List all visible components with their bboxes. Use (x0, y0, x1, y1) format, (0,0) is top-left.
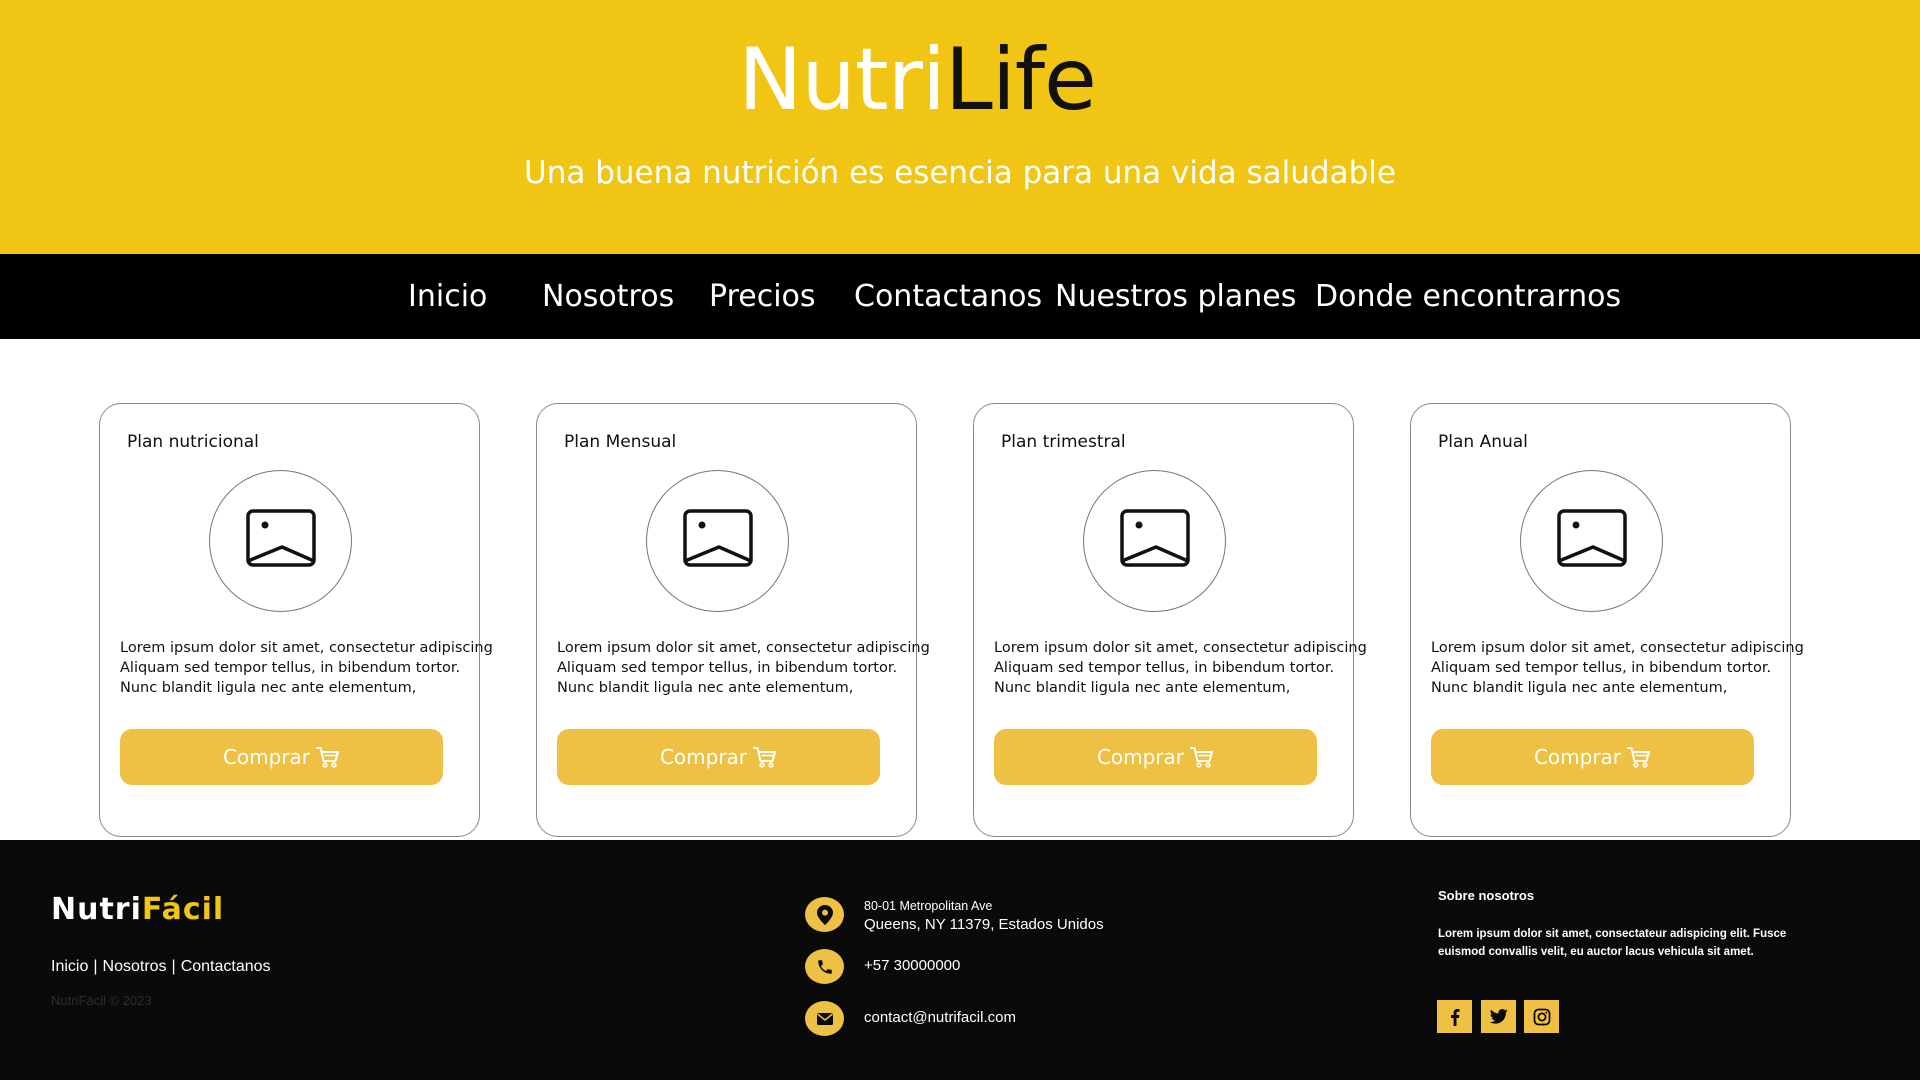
footer-link-nosotros[interactable]: Nosotros (103, 958, 167, 975)
nav-item-nosotros[interactable]: Nosotros (542, 254, 674, 339)
description-line: Aliquam sed tempor tellus, in bibendum t… (557, 660, 898, 676)
link-separator: | (171, 958, 176, 975)
description-line: Lorem ipsum dolor sit amet, consectetur … (120, 640, 493, 656)
plan-card-mensual: Plan Mensual Lorem ipsum dolor sit amet,… (536, 403, 930, 837)
link-separator: | (93, 958, 98, 975)
footer-links: Inicio | Nosotros | Contactanos (51, 958, 271, 976)
address-line2: Queens, NY 11379, Estados Unidos (864, 916, 1104, 933)
footer-logo[interactable]: NutriFácil (51, 892, 224, 927)
description-line: Nunc blandit ligula nec ante elementum, (557, 680, 854, 696)
instagram-icon[interactable] (1524, 1000, 1559, 1033)
shopping-cart-icon (1627, 746, 1651, 768)
nav-item-donde-encontrarnos[interactable]: Donde encontrarnos (1315, 254, 1621, 339)
description-line: Nunc blandit ligula nec ante elementum, (994, 680, 1291, 696)
main-nav: Inicio Nosotros Precios Contactanos Nues… (0, 254, 1920, 339)
header-banner: NutriLife Una buena nutrición es esencia… (0, 0, 1920, 254)
nav-item-contactanos[interactable]: Contactanos (854, 254, 1042, 339)
about-title: Sobre nosotros (1438, 888, 1535, 903)
copyright: NutriFácil © 2023 (51, 993, 152, 1008)
footer: NutriFácil Inicio | Nosotros | Contactanos N… (0, 840, 1920, 1080)
shopping-cart-icon (753, 746, 777, 768)
image-placeholder-icon (1520, 470, 1663, 612)
description-line: Nunc blandit ligula nec ante elementum, (1431, 680, 1728, 696)
plan-card-title: Plan Mensual (564, 432, 677, 452)
nav-item-inicio[interactable]: Inicio (408, 254, 487, 339)
shopping-cart-icon (1190, 746, 1214, 768)
plan-card-anual: Plan Anual Lorem ipsum dolor sit amet, c… (1410, 403, 1804, 837)
buy-button-label: Comprar (222, 745, 311, 769)
map-pin-icon (805, 897, 844, 932)
description-line: Aliquam sed tempor tellus, in bibendum t… (120, 660, 461, 676)
buy-button[interactable]: Comprar (994, 729, 1317, 785)
shopping-cart-icon (316, 746, 340, 768)
buy-button[interactable]: Comprar (1431, 729, 1754, 785)
footer-logo-part1: Nutri (51, 892, 142, 927)
description-line: Lorem ipsum dolor sit amet, consectetur … (1431, 640, 1804, 656)
plan-card-description: Lorem ipsum dolor sit amet, consectetur … (120, 638, 493, 698)
image-placeholder-icon (1083, 470, 1226, 612)
description-line: Lorem ipsum dolor sit amet, consectetur … (994, 640, 1367, 656)
brand-title-part2: Life (944, 30, 1097, 130)
plan-card-trimestral: Plan trimestral Lorem ipsum dolor sit am… (973, 403, 1367, 837)
image-placeholder-icon (646, 470, 789, 612)
twitter-icon[interactable] (1481, 1000, 1516, 1033)
buy-button[interactable]: Comprar (557, 729, 880, 785)
phone-number: +57 30000000 (864, 957, 961, 974)
description-line: Nunc blandit ligula nec ante elementum, (120, 680, 417, 696)
email-link[interactable]: contact@nutrifacil.com (864, 1009, 1016, 1026)
buy-button-label: Comprar (659, 745, 748, 769)
phone-icon (805, 949, 844, 984)
buy-button-label: Comprar (1096, 745, 1185, 769)
about-text: Lorem ipsum dolor sit amet, consectateur… (1438, 928, 1787, 958)
nav-item-precios[interactable]: Precios (709, 254, 816, 339)
description-line: Aliquam sed tempor tellus, in bibendum t… (994, 660, 1335, 676)
plan-card-title: Plan trimestral (1001, 432, 1126, 452)
plan-card-description: Lorem ipsum dolor sit amet, consectetur … (557, 638, 930, 698)
address-line1: 80-01 Metropolitan Ave (864, 899, 993, 913)
buy-button[interactable]: Comprar (120, 729, 443, 785)
footer-link-contactanos[interactable]: Contactanos (181, 958, 271, 975)
plan-card-nutricional: Plan nutricional Lorem ipsum dolor sit a… (99, 403, 493, 837)
image-placeholder-icon (209, 470, 352, 612)
plan-card-description: Lorem ipsum dolor sit amet, consectetur … (1431, 638, 1804, 698)
buy-button-label: Comprar (1533, 745, 1622, 769)
plan-card-title: Plan Anual (1438, 432, 1528, 452)
footer-link-inicio[interactable]: Inicio (51, 958, 88, 975)
tagline: Una buena nutrición es esencia para una … (524, 155, 1396, 191)
brand-title-part1: Nutri (738, 30, 946, 130)
envelope-icon (805, 1001, 844, 1036)
plan-card-description: Lorem ipsum dolor sit amet, consectetur … (994, 638, 1367, 698)
nav-item-nuestros-planes[interactable]: Nuestros planes (1055, 254, 1296, 339)
facebook-icon[interactable] (1437, 1000, 1472, 1033)
footer-logo-part2: Fácil (141, 892, 225, 927)
plan-card-title: Plan nutricional (127, 432, 259, 452)
description-line: Lorem ipsum dolor sit amet, consectetur … (557, 640, 930, 656)
brand-title: NutriLife (0, 30, 1834, 130)
description-line: Aliquam sed tempor tellus, in bibendum t… (1431, 660, 1772, 676)
